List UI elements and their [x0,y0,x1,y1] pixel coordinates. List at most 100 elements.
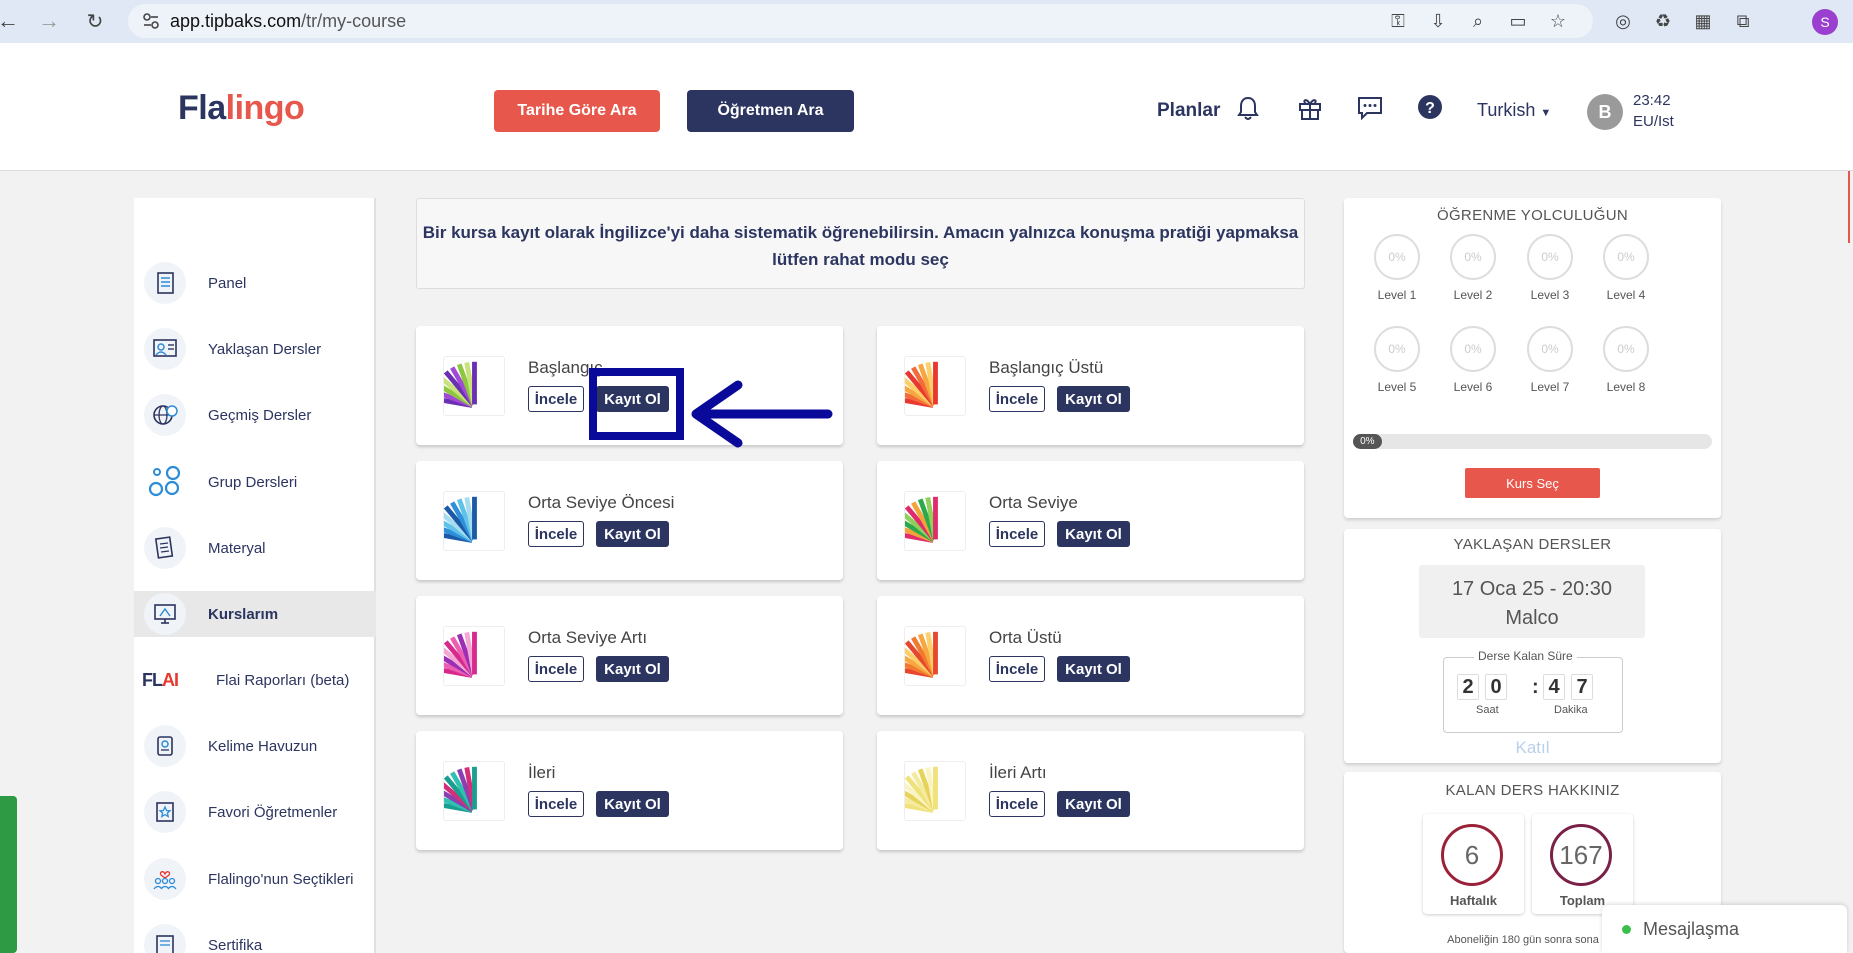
level-item: 0% Level 4 [1596,234,1656,302]
back-icon[interactable]: ← [0,7,22,35]
bell-icon[interactable] [1233,93,1263,123]
review-course-button[interactable]: İncele [528,386,584,412]
sidebar-item-word-pool[interactable]: Kelime Havuzun [134,723,376,769]
search-by-date-button[interactable]: Tarihe Göre Ara [494,90,660,132]
reload-icon[interactable]: ↻ [81,7,109,35]
search-teacher-button[interactable]: Öğretmen Ara [687,90,854,132]
browser-profile-avatar[interactable]: S [1812,9,1838,35]
feedback-side-tab[interactable] [0,796,17,953]
flalingo-logo[interactable]: Flalingo [178,89,305,128]
install-icon[interactable]: ⇩ [1425,8,1451,34]
hours-label: Saat [1476,704,1499,716]
minutes-digit: 4 [1543,674,1565,700]
caret-down-icon: ▼ [1540,107,1552,119]
sidebar-item-label: Geçmiş Dersler [208,406,312,424]
enroll-course-button[interactable]: Kayıt Ol [596,521,669,547]
course-fan-icon [429,491,505,551]
clock-timezone: EU/Ist [1633,113,1674,130]
course-fan-icon [429,356,505,416]
enroll-course-button[interactable]: Kayıt Ol [596,656,669,682]
level-progress-ring: 0% [1450,326,1496,372]
language-select[interactable]: Turkish ▼ [1477,100,1551,121]
sidebar-item-material[interactable]: Materyal [134,525,376,571]
messaging-label: Mesajlaşma [1643,918,1740,939]
browser-action-icons: ⚿ ⇩ ⌕ ▭ ☆ [1385,8,1571,34]
bookmark-star-icon[interactable]: ☆ [1545,8,1571,34]
calendar-board-icon [144,328,186,370]
puzzle-icon[interactable]: ⧉ [1730,8,1756,34]
plans-link[interactable]: Planlar [1157,100,1220,122]
document-icon [144,527,186,569]
review-course-button[interactable]: İncele [989,656,1045,682]
level-progress-ring: 0% [1527,326,1573,372]
review-course-button[interactable]: İncele [989,386,1045,412]
site-settings-icon[interactable] [142,12,160,30]
card-icon[interactable]: ▭ [1505,8,1531,34]
course-fan-icon [890,356,966,416]
sidebar-item-label: Materyal [208,539,266,557]
sidebar-item-upcoming-lessons[interactable]: Yaklaşan Dersler [134,326,376,372]
messaging-tab[interactable]: Mesajlaşma [1602,905,1847,953]
forward-icon[interactable]: → [35,7,63,35]
user-avatar[interactable]: B [1587,94,1623,130]
journey-progress-bar: 0% [1353,434,1712,449]
sidebar-item-flai-reports[interactable]: FLAI Flai Raporları (beta) [134,657,376,703]
sidebar-item-favorite-teachers[interactable]: Favori Öğretmenler [134,789,376,835]
level-label: Level 1 [1377,288,1417,302]
address-bar[interactable]: app.tipbaks.com/tr/my-course [128,4,1593,38]
sidebar-item-flalingo-picks[interactable]: Flalingo'nun Seçtikleri [134,856,376,902]
enroll-course-button[interactable]: Kayıt Ol [1057,521,1130,547]
course-card: Orta Seviye Öncesi İncele Kayıt Ol [416,461,843,580]
sidebar: Panel Yaklaşan Dersler Geçmiş Dersler Gr… [134,198,376,953]
sidebar-item-my-courses[interactable]: Kurslarım [134,591,376,637]
qr-icon[interactable]: ▦ [1690,8,1716,34]
course-notice: Bir kursa kayıt olarak İngilizce'yi daha… [416,198,1305,289]
review-course-button[interactable]: İncele [528,656,584,682]
level-progress-ring: 0% [1374,326,1420,372]
sidebar-item-label: Panel [208,274,247,292]
gift-icon[interactable] [1295,93,1325,123]
countdown-colon: : [1532,676,1539,698]
key-icon[interactable]: ⚿ [1385,8,1411,34]
level-label: Level 4 [1606,288,1646,302]
review-course-button[interactable]: İncele [989,521,1045,547]
enroll-course-button[interactable]: Kayıt Ol [1057,791,1130,817]
clock: 23:42 EU/Ist [1633,90,1674,132]
review-course-button[interactable]: İncele [528,521,584,547]
url-path: /tr/my-course [301,10,407,31]
star-frame-icon [144,791,186,833]
join-lesson-link[interactable]: Katıl [1344,738,1721,758]
enroll-course-button[interactable]: Kayıt Ol [1057,656,1130,682]
minutes-label: Dakika [1554,704,1588,716]
sidebar-item-label: Yaklaşan Dersler [208,340,322,358]
course-title: İleri Artı [989,763,1047,782]
review-course-button[interactable]: İncele [528,791,584,817]
total-credits-card: 167 Toplam [1532,814,1633,914]
sidebar-item-certificate[interactable]: Sertifika [134,922,376,953]
course-card: İleri İncele Kayıt Ol [416,731,843,850]
course-title: Başlangıç Üstü [989,358,1104,377]
svg-text:?: ? [1425,100,1435,117]
review-course-button[interactable]: İncele [989,791,1045,817]
sidebar-item-group-lessons[interactable]: Grup Dersleri [134,459,376,505]
recycle-icon[interactable]: ♻ [1650,8,1676,34]
hours-digit: 2 [1457,674,1479,700]
globe-clock-icon [144,394,186,436]
journey-progress-fill: 0% [1353,434,1382,449]
enroll-course-button[interactable]: Kayıt Ol [596,791,669,817]
remaining-credits-title: KALAN DERS HAKKINIZ [1445,782,1620,799]
help-icon[interactable]: ? [1415,93,1445,123]
language-value: Turkish [1477,100,1536,120]
zoom-icon[interactable]: ⌕ [1465,8,1491,34]
upcoming-lesson-card[interactable]: 17 Oca 25 - 20:30 Malco [1419,565,1645,638]
enroll-course-button[interactable]: Kayıt Ol [1057,386,1130,412]
message-icon[interactable] [1355,93,1385,123]
level-item: 0% Level 1 [1367,234,1427,302]
learning-journey-panel: ÖĞRENME YOLCULUĞUN 0% Level 1 0% Level 2 0% L… [1344,198,1721,518]
clock-time: 23:42 [1633,92,1671,109]
select-course-button[interactable]: Kurs Seç [1465,468,1600,498]
sidebar-item-label: Kelime Havuzun [208,737,318,755]
sidebar-item-panel[interactable]: Panel [134,260,376,306]
extension-icon[interactable]: ◎ [1610,8,1636,34]
sidebar-item-past-lessons[interactable]: Geçmiş Dersler [134,392,376,438]
